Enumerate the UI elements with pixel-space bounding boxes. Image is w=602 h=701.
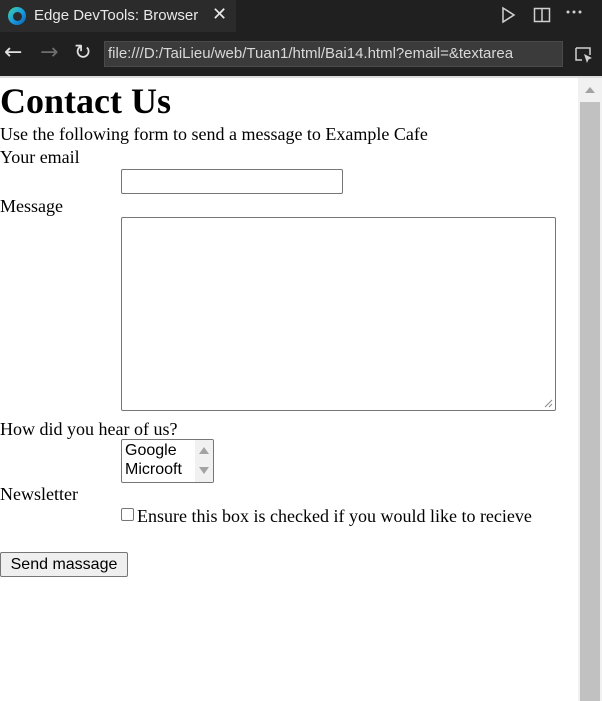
navigation-bar: ← → ↻ file:///D:/TaiLieu/web/Tuan1/html/… [0,32,602,76]
newsletter-label: Newsletter [0,484,78,504]
scroll-down-icon[interactable] [199,467,209,474]
message-label: Message [0,196,63,216]
resize-grip-icon[interactable] [543,398,553,408]
scroll-up-icon[interactable] [585,87,595,93]
page-viewport: Contact Us Use the following form to sen… [0,78,578,701]
page-scrollbar[interactable] [578,78,602,701]
forward-arrow-icon[interactable]: → [40,40,58,65]
edge-logo-icon [8,7,26,25]
back-arrow-icon[interactable]: ← [4,40,22,65]
play-icon[interactable] [498,5,518,25]
referral-option-google[interactable]: Google [125,441,177,460]
browser-tab[interactable]: Edge DevTools: Browser ✕ [0,0,236,32]
page-title: Contact Us [0,81,171,121]
more-icon[interactable] [564,2,584,22]
email-field[interactable] [121,169,343,194]
referral-listbox[interactable]: Google Microoft [121,439,214,483]
scroll-up-icon[interactable] [199,447,209,454]
tab-bar: Edge DevTools: Browser ✕ [0,0,602,32]
split-view-icon[interactable] [532,5,552,25]
referral-label: How did you hear of us? [0,419,178,439]
tab-title: Edge DevTools: Browser [34,7,199,24]
inspect-icon[interactable] [574,45,594,65]
scrollbar-thumb[interactable] [580,102,600,701]
close-icon[interactable]: ✕ [212,4,227,25]
reload-icon[interactable]: ↻ [74,40,92,64]
newsletter-checkbox-label: Ensure this box is checked if you would … [137,506,532,526]
send-message-button[interactable]: Send massage [0,552,128,577]
referral-option-microsoft[interactable]: Microoft [125,460,182,479]
message-textarea[interactable] [121,217,556,411]
address-bar[interactable]: file:///D:/TaiLieu/web/Tuan1/html/Bai14.… [104,41,563,67]
intro-text: Use the following form to send a message… [0,124,428,144]
listbox-scrollbar[interactable] [195,440,213,482]
email-label: Your email [0,147,80,167]
newsletter-checkbox[interactable] [121,508,134,521]
